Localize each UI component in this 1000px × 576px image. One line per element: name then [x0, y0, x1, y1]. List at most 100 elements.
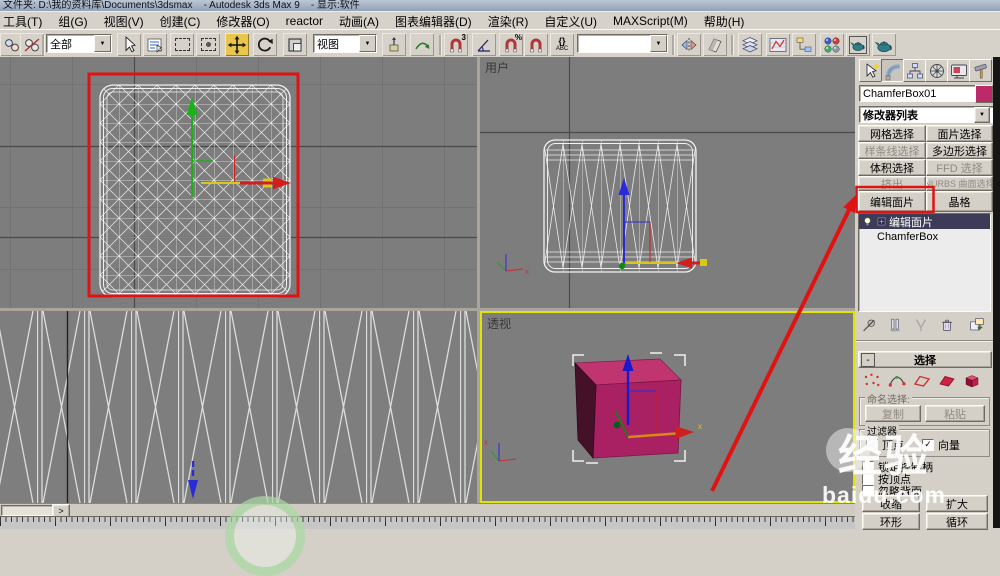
- paste-button[interactable]: 粘贴: [925, 405, 985, 422]
- viewport-user-label[interactable]: 用户: [485, 59, 509, 76]
- modifier-stack-list[interactable]: 编辑面片 ChamferBox: [858, 213, 991, 312]
- tab-create[interactable]: [859, 59, 882, 82]
- subobject-element-icon[interactable]: [962, 371, 982, 391]
- menu-animation[interactable]: 动画(A): [331, 12, 387, 31]
- percent-snap-icon[interactable]: %: [499, 33, 523, 56]
- material-editor-icon[interactable]: [820, 33, 844, 56]
- schematic-view-icon[interactable]: [792, 33, 816, 56]
- menu-group[interactable]: 组(G): [50, 12, 95, 31]
- track-bar[interactable]: >: [0, 503, 855, 517]
- selection-filter-dropdown[interactable]: 全部 ▼: [46, 34, 112, 53]
- menu-rendering[interactable]: 渲染(R): [480, 12, 537, 31]
- make-unique-icon[interactable]: [912, 316, 930, 334]
- marquee-shape: [175, 38, 190, 51]
- lightbulb-icon[interactable]: [861, 215, 874, 228]
- tab-utilities[interactable]: [969, 59, 992, 82]
- select-and-manipulate-icon[interactable]: [410, 33, 434, 56]
- tab-display[interactable]: [947, 59, 970, 82]
- chevron-down-icon[interactable]: ▼: [359, 35, 376, 52]
- subobject-vertex-icon[interactable]: [862, 371, 882, 391]
- menu-reactor[interactable]: reactor: [278, 13, 331, 29]
- viewport-front[interactable]: [0, 311, 477, 503]
- patch-select-button[interactable]: 面片选择: [926, 125, 993, 142]
- subobject-patch-icon[interactable]: [937, 371, 957, 391]
- subobject-edge-icon[interactable]: [912, 371, 932, 391]
- shrink-button[interactable]: 收缩: [862, 495, 920, 512]
- stack-item-edit-patch[interactable]: 编辑面片: [859, 214, 990, 229]
- unlink-selection-icon[interactable]: [20, 33, 44, 56]
- menu-tools[interactable]: 工具(T): [0, 12, 50, 31]
- copy-button[interactable]: 复制: [865, 405, 921, 422]
- checkbox-icon[interactable]: [866, 439, 878, 451]
- keyboard-shortcut-override-icon[interactable]: {}ABC: [550, 33, 574, 56]
- named-selection-sets-dropdown[interactable]: ▼: [577, 34, 668, 53]
- angle-snap-icon[interactable]: [472, 33, 496, 56]
- layer-manager-icon[interactable]: [738, 33, 762, 56]
- snaps-toggle-3d-icon[interactable]: 3: [444, 33, 468, 56]
- select-object-icon[interactable]: [117, 33, 141, 56]
- modifier-icon: [876, 216, 887, 227]
- toolbar-separator: [731, 35, 734, 55]
- time-ruler[interactable]: [0, 516, 855, 529]
- menu-views[interactable]: 视图(V): [96, 12, 152, 31]
- select-and-scale-icon[interactable]: [283, 33, 307, 56]
- collapse-icon[interactable]: -: [861, 353, 875, 367]
- ring-button[interactable]: 环形: [862, 513, 920, 530]
- loop-button[interactable]: 循环: [926, 513, 988, 530]
- volume-select-button[interactable]: 体积选择: [858, 159, 926, 176]
- spline-select-button[interactable]: 样条线选择: [858, 142, 926, 159]
- curve-editor-icon[interactable]: [766, 33, 790, 56]
- grow-button[interactable]: 扩大: [926, 495, 988, 512]
- show-end-result-icon[interactable]: [886, 316, 904, 334]
- select-and-rotate-icon[interactable]: [253, 33, 277, 56]
- select-by-name-icon[interactable]: [143, 33, 167, 56]
- select-and-move-icon[interactable]: [225, 33, 249, 56]
- render-setup-icon[interactable]: [846, 33, 870, 56]
- lattice-button[interactable]: 晶格: [926, 191, 993, 212]
- mirror-icon[interactable]: [677, 33, 701, 56]
- pin-stack-icon[interactable]: [860, 316, 878, 334]
- poly-select-button[interactable]: 多边形选择: [926, 142, 993, 159]
- selection-rollout-header[interactable]: - 选择: [858, 351, 992, 368]
- chevron-down-icon[interactable]: ▼: [650, 35, 667, 52]
- viewport-perspective-label[interactable]: 透视: [487, 315, 511, 332]
- track-bar-field: [1, 505, 57, 516]
- viewport-perspective[interactable]: 透视 x: [480, 311, 855, 503]
- mesh-select-button[interactable]: 网格选择: [858, 125, 926, 142]
- object-name-field[interactable]: ChamferBox01: [859, 85, 978, 102]
- rectangular-selection-icon[interactable]: [170, 33, 194, 56]
- tab-motion[interactable]: [925, 59, 948, 82]
- spinner-snap-icon[interactable]: [524, 33, 548, 56]
- ffd-select-button[interactable]: FFD 选择: [926, 159, 993, 176]
- remove-modifier-icon[interactable]: [938, 316, 956, 334]
- use-pivot-center-icon[interactable]: [382, 33, 406, 56]
- menu-customize[interactable]: 自定义(U): [536, 12, 605, 31]
- stack-item-chamferbox[interactable]: ChamferBox: [859, 229, 990, 244]
- menu-create[interactable]: 创建(C): [152, 12, 209, 31]
- window-title: 文件夹: D:\我的资料库\Documents\3dsmax - Autodes…: [3, 0, 360, 11]
- menu-help[interactable]: 帮助(H): [696, 12, 753, 31]
- chevron-down-icon[interactable]: ▼: [94, 35, 111, 52]
- viewport-top[interactable]: [0, 57, 477, 308]
- configure-modifier-sets-icon[interactable]: [968, 316, 986, 334]
- align-icon[interactable]: [703, 33, 727, 56]
- chevron-down-icon[interactable]: ▼: [974, 107, 990, 123]
- menu-modifiers[interactable]: 修改器(O): [208, 12, 277, 31]
- reference-coordinate-dropdown[interactable]: 视图 ▼: [313, 34, 377, 53]
- viewport-user[interactable]: 用户: [480, 57, 855, 308]
- checkbox-icon[interactable]: [922, 439, 934, 451]
- menu-graph-editors[interactable]: 图表编辑器(D): [387, 12, 480, 31]
- vector-filter-checkbox[interactable]: 向量: [922, 437, 960, 453]
- window-crossing-icon[interactable]: [196, 33, 220, 56]
- quick-render-icon[interactable]: [872, 33, 896, 56]
- object-color-swatch[interactable]: [975, 85, 993, 103]
- subobject-handle-icon[interactable]: [887, 371, 907, 391]
- menu-maxscript[interactable]: MAXScript(M): [605, 13, 696, 29]
- tab-modify[interactable]: [881, 59, 904, 82]
- extrude-button[interactable]: 挤出: [858, 176, 926, 191]
- tab-hierarchy[interactable]: [903, 59, 926, 82]
- selection-filter-value: 全部: [50, 36, 72, 52]
- vertex-filter-checkbox[interactable]: 顶点: [866, 437, 904, 453]
- edit-patch-button[interactable]: 编辑面片: [858, 191, 926, 212]
- nurbs-surface-select-button[interactable]: NURBS 曲面选择: [926, 176, 993, 191]
